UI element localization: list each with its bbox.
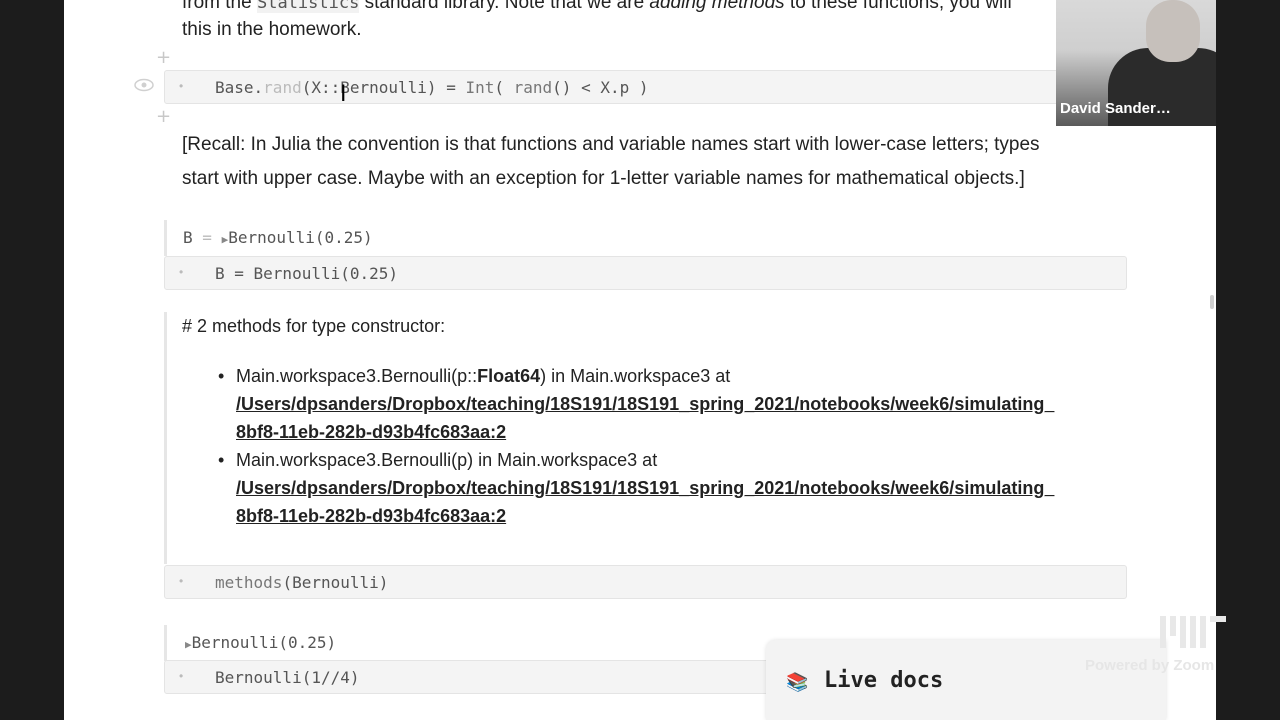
code-cell-methods[interactable]: • methods(Bernoulli) <box>164 565 1127 599</box>
intro-line2: this in the homework. <box>182 19 362 40</box>
recall-paragraph: [Recall: In Julia the convention is that… <box>182 128 1142 196</box>
intro-code: Statistics <box>256 0 360 13</box>
code-token: (X::Bernoulli) = <box>301 78 466 97</box>
output-assignment: B = ▶Bernoulli(0.25) <box>183 228 373 247</box>
text-cursor-icon: I <box>340 82 347 107</box>
code-B-text[interactable]: B = Bernoulli(0.25) <box>215 264 398 283</box>
output-eq: = <box>202 228 212 247</box>
books-icon: 📚 <box>786 672 809 692</box>
code-token: methods <box>215 573 283 592</box>
cell-drag-handle[interactable]: • <box>179 79 183 93</box>
method-sig-type: Float64 <box>477 366 541 386</box>
intro-suffix: to these functions; you will <box>789 0 1012 13</box>
method-sig-prefix: Main.workspace3.Bernoulli(p) in Main.wor… <box>236 450 658 470</box>
output-assignment: ▶Bernoulli(0.25) <box>185 633 336 652</box>
live-docs-label: Live docs <box>824 668 944 693</box>
webcam-name: David Sander… <box>1060 100 1171 117</box>
code-token: ( <box>494 78 514 97</box>
method-sig-prefix: Main.workspace3.Bernoulli(p:: <box>236 366 478 386</box>
path-line1: /Users/dpsanders/Dropbox/teaching/18S191… <box>236 394 1055 414</box>
live-docs-panel[interactable]: 📚 Live docs <box>766 640 1166 720</box>
expand-triangle-icon[interactable]: ▶ <box>185 638 192 651</box>
webcam-video: David Sander… <box>1056 0 1216 126</box>
code-token: Base. <box>215 78 264 97</box>
code-token: rand <box>263 78 302 97</box>
path-line2: 8bf8-11eb-282b-d93b4fc683aa:2 <box>236 506 507 526</box>
method-path-link[interactable]: /Users/dpsanders/Dropbox/teaching/18S191… <box>236 478 1054 526</box>
code-cell-rand[interactable]: • Base.rand(X::Bernoulli) = Int( rand() … <box>164 70 1127 104</box>
method-item: Main.workspace3.Bernoulli(p::Float64) in… <box>218 362 1116 446</box>
recall-line2: start with upper case. Maybe with an exc… <box>182 168 1025 189</box>
recall-line1: [Recall: In Julia the convention is that… <box>182 134 1040 155</box>
code-token: rand <box>513 78 553 97</box>
add-cell-button[interactable]: + <box>156 47 171 68</box>
zoom-watermark: Powered by Zoom <box>1085 657 1215 674</box>
code-token: (Bernoulli) <box>282 573 389 592</box>
person-head <box>1146 0 1200 62</box>
output-lhs: B <box>183 228 193 247</box>
methods-list: Main.workspace3.Bernoulli(p::Float64) in… <box>218 362 1116 530</box>
method-sig-suffix: ) in Main.workspace3 at <box>540 366 731 386</box>
intro-em: adding methods <box>649 0 785 13</box>
cell-B-output: B = ▶Bernoulli(0.25) <box>164 220 1130 256</box>
intro-prefix: from the <box>182 0 252 13</box>
intro-mid: standard library. Note that we are <box>364 0 645 13</box>
path-line1: /Users/dpsanders/Dropbox/teaching/18S191… <box>236 478 1055 498</box>
cell-drag-handle[interactable]: • <box>179 574 183 588</box>
method-path-link[interactable]: /Users/dpsanders/Dropbox/teaching/18S191… <box>236 394 1054 442</box>
code-last-text[interactable]: Bernoulli(1//4) <box>215 668 360 687</box>
code-methods-text[interactable]: methods(Bernoulli) <box>215 573 388 592</box>
notebook-page: from the Statistics standard library. No… <box>64 0 1216 720</box>
cell-drag-handle[interactable]: • <box>179 265 183 279</box>
add-cell-button[interactable]: + <box>156 106 171 127</box>
eye-icon[interactable] <box>134 78 154 92</box>
code-token: Int <box>465 78 495 97</box>
cell-drag-handle[interactable]: • <box>179 669 183 683</box>
methods-heading: # 2 methods for type constructor: <box>182 316 446 336</box>
path-line2: 8bf8-11eb-282b-d93b4fc683aa:2 <box>236 422 507 442</box>
output-value[interactable]: Bernoulli(0.25) <box>228 228 373 247</box>
code-token: () < X.p ) <box>552 78 649 97</box>
code-rand-text[interactable]: Base.rand(X::Bernoulli) = Int( rand() < … <box>215 78 649 97</box>
output-value[interactable]: Bernoulli(0.25) <box>192 633 337 652</box>
method-item: Main.workspace3.Bernoulli(p) in Main.wor… <box>218 446 1116 530</box>
code-cell-B[interactable]: • B = Bernoulli(0.25) <box>164 256 1127 290</box>
mit-logo-icon <box>1160 616 1226 648</box>
scrollbar-thumb[interactable] <box>1210 295 1214 309</box>
